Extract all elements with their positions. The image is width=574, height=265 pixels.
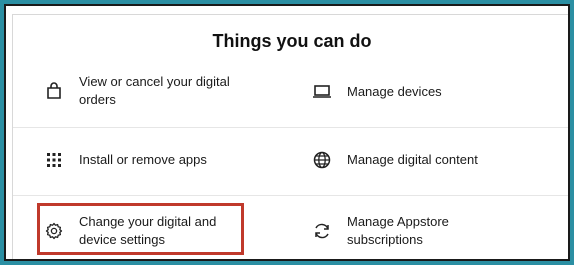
manage-appstore-subscriptions-link[interactable]: Manage Appstore subscriptions [311, 213, 551, 249]
view-cancel-orders-label: View or cancel your digital orders [79, 74, 230, 107]
things-you-can-do-panel: Things you can do View or cancel your di… [12, 14, 568, 259]
shopping-bag-icon [43, 80, 65, 102]
gear-icon [43, 220, 65, 242]
install-remove-apps-link[interactable]: Install or remove apps [43, 149, 283, 171]
app-grid-icon [43, 149, 65, 171]
manage-devices-label: Manage devices [347, 84, 442, 99]
row-divider [13, 195, 568, 196]
globe-icon [311, 149, 333, 171]
change-digital-device-settings-link[interactable]: Change your digital and device settings [43, 213, 253, 249]
manage-devices-link[interactable]: Manage devices [311, 81, 551, 103]
manage-appstore-subscriptions-label: Manage Appstore subscriptions [347, 214, 449, 247]
outer-frame: Things you can do View or cancel your di… [0, 0, 574, 265]
view-cancel-orders-link[interactable]: View or cancel your digital orders [43, 73, 253, 109]
manage-digital-content-label: Manage digital content [347, 152, 478, 167]
change-digital-device-settings-label: Change your digital and device settings [79, 214, 217, 247]
section-title: Things you can do [212, 31, 372, 51]
manage-digital-content-link[interactable]: Manage digital content [311, 149, 551, 171]
row-divider [13, 127, 568, 128]
install-remove-apps-label: Install or remove apps [79, 152, 207, 167]
laptop-icon [311, 81, 333, 103]
refresh-icon [311, 220, 333, 242]
screenshot-area: Things you can do View or cancel your di… [4, 4, 570, 261]
